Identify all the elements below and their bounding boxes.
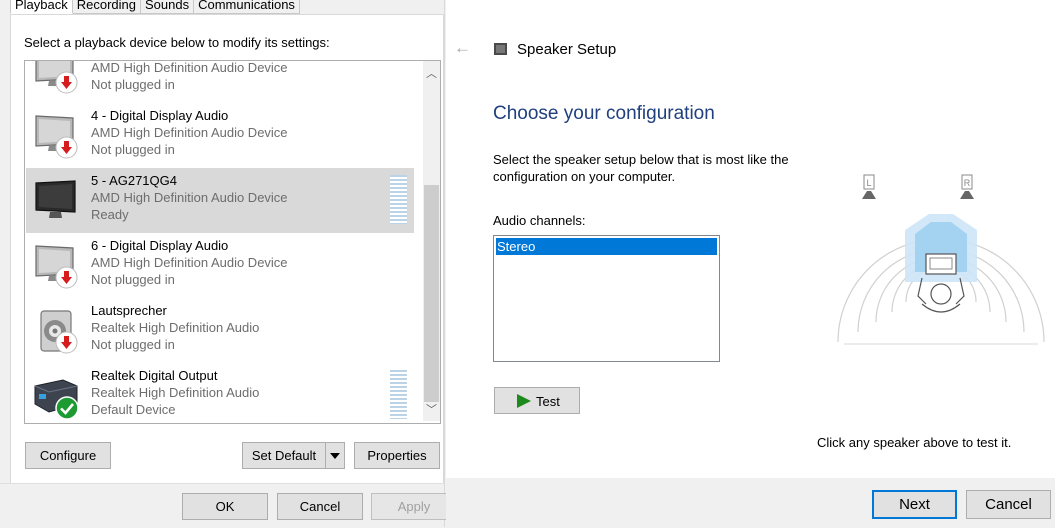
default-check-icon (55, 396, 79, 420)
back-arrow-icon[interactable]: ← (454, 38, 471, 58)
device-driver: Realtek High Definition Audio (91, 385, 260, 400)
monitor-icon (35, 180, 76, 218)
device-status: Not plugged in (91, 272, 175, 287)
test-button[interactable]: Test (494, 387, 580, 414)
tab-playback[interactable]: Playback (10, 0, 73, 14)
device-name: Lautsprecher (91, 303, 167, 318)
speaker-layout-diagram: L R (837, 174, 1045, 345)
tab-strip: Playback Recording Sounds Communications (10, 0, 300, 14)
volume-meter (390, 370, 407, 419)
playback-device-list[interactable]: AMD High Definition Audio Device Not plu… (24, 60, 441, 424)
audio-channels-list[interactable]: Stereo (493, 235, 720, 362)
device-name: 5 - AG271QG4 (91, 173, 177, 188)
apply-button[interactable]: Apply (371, 493, 457, 520)
device-driver: AMD High Definition Audio Device (91, 60, 288, 75)
speaker-setup-window: ← Speaker Setup Choose your configuratio… (446, 0, 1055, 527)
window-title: Speaker Setup (517, 41, 617, 58)
speaker-setup-icon (494, 43, 507, 55)
scroll-up-arrow-icon[interactable]: ︿ (423, 66, 440, 83)
ok-button[interactable]: OK (182, 493, 268, 520)
volume-meter (390, 175, 407, 224)
list-item[interactable]: 4 - Digital Display Audio AMD High Defin… (26, 103, 414, 168)
device-status: Ready (91, 207, 129, 222)
list-item[interactable]: 6 - Digital Display Audio AMD High Defin… (26, 233, 414, 298)
set-default-button[interactable]: Set Default (243, 443, 325, 468)
set-default-split-button[interactable]: Set Default (242, 442, 345, 469)
device-driver: AMD High Definition Audio Device (91, 255, 288, 270)
list-item[interactable]: AMD High Definition Audio Device Not plu… (26, 60, 414, 103)
scroll-down-arrow-icon[interactable]: ﹀ (423, 402, 440, 419)
tab-sounds[interactable]: Sounds (140, 0, 195, 14)
device-status: Default Device (91, 402, 176, 417)
list-item[interactable]: Lautsprecher Realtek High Definition Aud… (26, 298, 414, 363)
list-item-selected[interactable]: 5 - AG271QG4 AMD High Definition Audio D… (26, 168, 414, 233)
test-button-label: Test (536, 394, 560, 409)
unplugged-arrow-icon (55, 136, 78, 159)
device-name: 6 - Digital Display Audio (91, 238, 229, 253)
unplugged-arrow-icon (55, 331, 78, 354)
page-title: Choose your configuration (493, 103, 715, 124)
unplugged-arrow-icon (55, 266, 78, 289)
scrollbar-thumb[interactable] (424, 185, 439, 402)
device-name: Realtek Digital Output (91, 368, 218, 383)
properties-button[interactable]: Properties (354, 442, 440, 469)
right-speaker-icon[interactable]: R (960, 174, 974, 199)
device-status: Not plugged in (91, 77, 175, 92)
tab-communications[interactable]: Communications (193, 0, 300, 14)
device-driver: Realtek High Definition Audio (91, 320, 260, 335)
setup-description: Select the speaker setup below that is m… (493, 152, 789, 184)
device-list-scrollbar[interactable]: ︿ ﹀ (423, 61, 440, 421)
channel-option-stereo[interactable]: Stereo (496, 238, 717, 255)
chevron-down-icon[interactable] (325, 443, 344, 468)
device-status: Not plugged in (91, 337, 175, 352)
device-driver: AMD High Definition Audio Device (91, 190, 288, 205)
play-icon (517, 394, 531, 408)
wizard-footer (446, 478, 1055, 527)
device-name: 4 - Digital Display Audio (91, 108, 229, 123)
sound-dialog: Playback Recording Sounds Communications… (0, 0, 457, 528)
audio-channels-label: Audio channels: (493, 213, 586, 228)
next-button[interactable]: Next (872, 490, 957, 519)
tab-recording[interactable]: Recording (71, 0, 142, 14)
device-driver: AMD High Definition Audio Device (91, 125, 288, 140)
wizard-cancel-button[interactable]: Cancel (966, 490, 1051, 519)
device-status: Not plugged in (91, 142, 175, 157)
right-speaker-label: R (964, 178, 971, 188)
configure-button[interactable]: Configure (25, 442, 111, 469)
list-item[interactable]: Realtek Digital Output Realtek High Defi… (26, 363, 414, 423)
left-speaker-icon[interactable]: L (862, 174, 876, 199)
playback-instruction: Select a playback device below to modify… (24, 35, 330, 50)
test-hint: Click any speaker above to test it. (817, 435, 1012, 450)
cancel-button[interactable]: Cancel (277, 493, 363, 520)
unplugged-arrow-icon (55, 71, 78, 94)
left-speaker-label: L (866, 178, 871, 188)
